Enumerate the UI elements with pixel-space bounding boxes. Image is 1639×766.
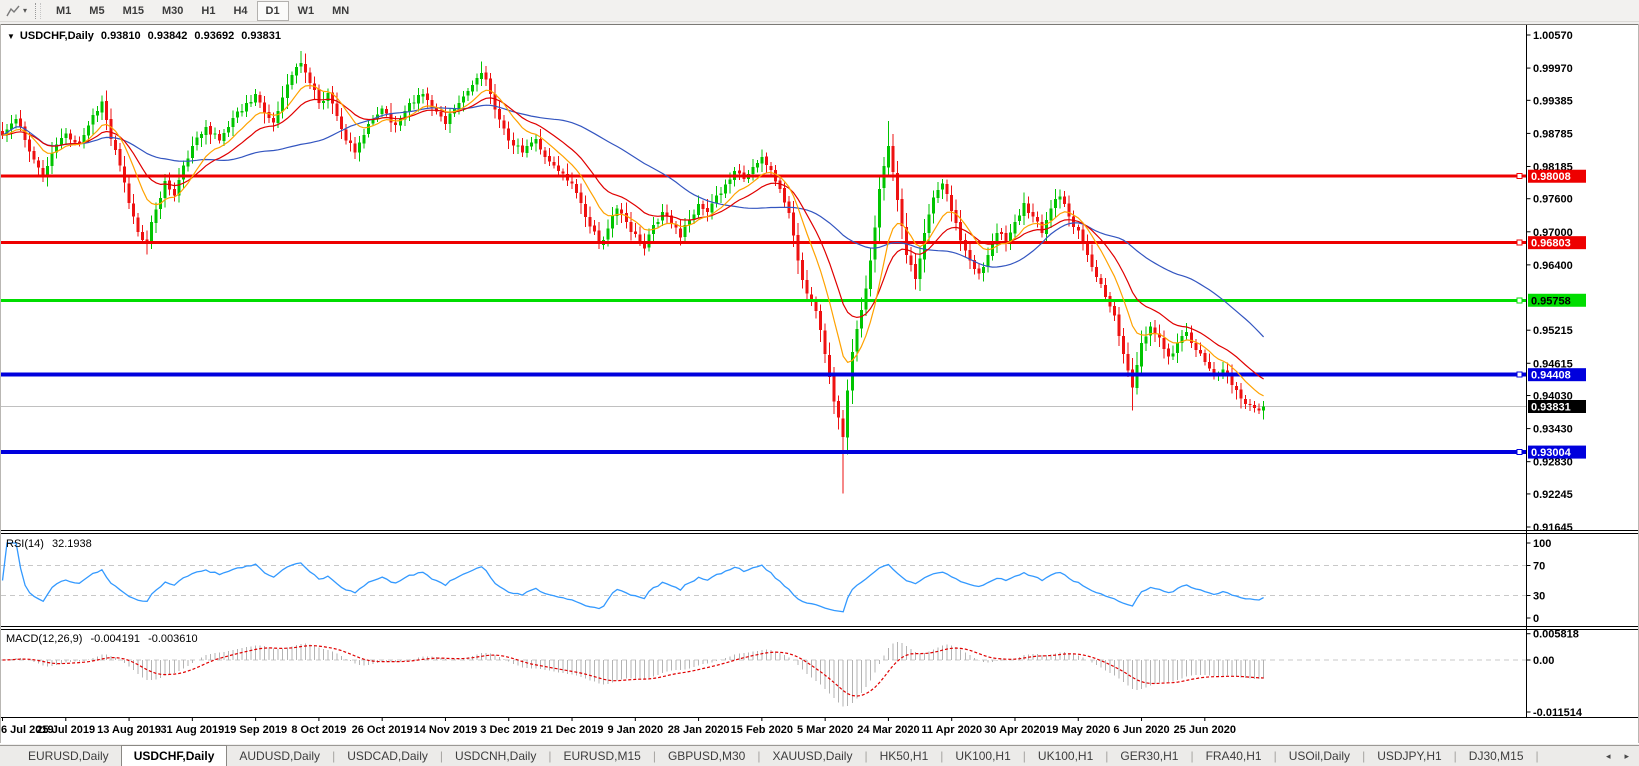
svg-text:31 Aug 2019: 31 Aug 2019 bbox=[160, 724, 224, 736]
rsi-name: RSI(14) bbox=[6, 538, 44, 550]
tab-xauusd-daily[interactable]: XAUUSD,Daily bbox=[760, 746, 864, 766]
timeframe-button-m1[interactable]: M1 bbox=[47, 1, 80, 21]
timeframe-button-m30[interactable]: M30 bbox=[153, 1, 192, 21]
svg-text:0.005818: 0.005818 bbox=[1533, 629, 1579, 641]
timeframe-button-d1[interactable]: D1 bbox=[256, 0, 289, 21]
svg-text:6 Jun 2020: 6 Jun 2020 bbox=[1113, 724, 1169, 736]
toolbar-grip[interactable] bbox=[35, 2, 42, 19]
ohlc-low: 0.93692 bbox=[194, 30, 235, 42]
svg-text:3 Dec 2019: 3 Dec 2019 bbox=[480, 724, 537, 736]
tab-uk100-h1[interactable]: UK100,H1 bbox=[1026, 746, 1105, 766]
tab-usdcnh-daily[interactable]: USDCNH,Daily bbox=[443, 746, 548, 766]
tab-usoil-daily[interactable]: USOil,Daily bbox=[1277, 746, 1362, 766]
macd-name: MACD(12,26,9) bbox=[6, 633, 83, 645]
svg-text:21 Dec 2019: 21 Dec 2019 bbox=[541, 724, 604, 736]
tab-eurusd-m15[interactable]: EURUSD,M15 bbox=[551, 746, 652, 766]
chart-tool-button[interactable]: ▾ bbox=[3, 3, 30, 19]
svg-text:1.00570: 1.00570 bbox=[1533, 30, 1573, 42]
svg-text:0.99385: 0.99385 bbox=[1533, 95, 1573, 107]
svg-text:0.98008: 0.98008 bbox=[1531, 171, 1571, 183]
svg-text:0.94408: 0.94408 bbox=[1531, 370, 1571, 382]
svg-text:0.99970: 0.99970 bbox=[1533, 63, 1573, 75]
ohlc-high: 0.93842 bbox=[147, 30, 188, 42]
tab-scroll-left-icon[interactable]: ◂ bbox=[1606, 751, 1611, 762]
svg-text:0.93004: 0.93004 bbox=[1531, 447, 1572, 459]
symbol-period-label: USDCHF,Daily bbox=[19, 30, 94, 42]
timeframe-button-mn[interactable]: MN bbox=[323, 1, 358, 21]
tab-dj30-m15[interactable]: DJ30,M15 bbox=[1457, 746, 1536, 766]
svg-text:24 Mar 2020: 24 Mar 2020 bbox=[857, 724, 919, 736]
svg-text:5 Mar 2020: 5 Mar 2020 bbox=[797, 724, 853, 736]
tab-usdjpy-h1[interactable]: USDJPY,H1 bbox=[1365, 746, 1453, 766]
svg-text:0.93831: 0.93831 bbox=[1531, 401, 1571, 413]
svg-text:70: 70 bbox=[1533, 561, 1545, 573]
svg-text:14 Nov 2019: 14 Nov 2019 bbox=[414, 724, 478, 736]
svg-text:9 Jan 2020: 9 Jan 2020 bbox=[607, 724, 663, 736]
tab-fra40-h1[interactable]: FRA40,H1 bbox=[1194, 746, 1274, 766]
chart-title: ▼ USDCHF,Daily 0.93810 0.93842 0.93692 0… bbox=[7, 30, 288, 42]
level-handle[interactable] bbox=[1516, 371, 1523, 378]
level-handle[interactable] bbox=[1516, 173, 1523, 180]
svg-text:0.92245: 0.92245 bbox=[1533, 489, 1573, 501]
svg-text:0.95215: 0.95215 bbox=[1533, 325, 1573, 337]
timeframe-button-h1[interactable]: H1 bbox=[192, 1, 224, 21]
macd-signal-value: -0.003610 bbox=[148, 633, 198, 645]
svg-text:0.00: 0.00 bbox=[1533, 655, 1554, 667]
chart-tab-bar: EURUSD,Daily USDCHF,Daily AUDUSD,Daily | USD… bbox=[0, 745, 1639, 766]
collapse-triangle-icon[interactable]: ▼ bbox=[7, 32, 15, 41]
svg-text:0.96400: 0.96400 bbox=[1533, 260, 1573, 272]
chevron-down-icon[interactable]: ▾ bbox=[23, 6, 27, 15]
macd-main-value: -0.004191 bbox=[90, 633, 141, 645]
line-chart-icon bbox=[6, 5, 20, 16]
timeframe-button-m5[interactable]: M5 bbox=[80, 1, 113, 21]
macd-indicator-label: MACD(12,26,9) -0.004191 -0.003610 bbox=[6, 633, 203, 645]
chart-window: 1.005700.999700.993850.987850.981850.976… bbox=[0, 24, 1639, 744]
tab-ger30-h1[interactable]: GER30,H1 bbox=[1108, 746, 1190, 766]
tab-audusd-daily[interactable]: AUDUSD,Daily bbox=[227, 746, 332, 766]
svg-text:8 Oct 2019: 8 Oct 2019 bbox=[291, 724, 346, 736]
level-handle[interactable] bbox=[1516, 297, 1523, 304]
svg-text:25 Jul 2019: 25 Jul 2019 bbox=[36, 724, 95, 736]
svg-text:19 Sep 2019: 19 Sep 2019 bbox=[224, 724, 287, 736]
rsi-value: 32.1938 bbox=[51, 538, 92, 550]
tab-hk50-h1[interactable]: HK50,H1 bbox=[868, 746, 941, 766]
svg-text:0.98785: 0.98785 bbox=[1533, 128, 1573, 140]
tab-gbpusd-m30[interactable]: GBPUSD,M30 bbox=[656, 746, 757, 766]
svg-text:-0.011514: -0.011514 bbox=[1533, 707, 1583, 719]
svg-text:0.91645: 0.91645 bbox=[1533, 522, 1573, 534]
tab-scroll-right-icon[interactable]: ▸ bbox=[1624, 751, 1629, 762]
timeframe-toolbar: ▾ M1 M5 M15 M30 H1 H4 D1 W1 MN bbox=[0, 0, 1639, 22]
tab-uk100-h1[interactable]: UK100,H1 bbox=[943, 746, 1022, 766]
level-handle[interactable] bbox=[1516, 239, 1523, 246]
svg-text:0.97600: 0.97600 bbox=[1533, 194, 1573, 206]
ohlc-open: 0.93810 bbox=[100, 30, 141, 42]
svg-text:13 Aug 2019: 13 Aug 2019 bbox=[97, 724, 161, 736]
level-handle[interactable] bbox=[1516, 449, 1523, 456]
ohlc-close: 0.93831 bbox=[241, 30, 281, 42]
svg-text:11 Apr 2020: 11 Apr 2020 bbox=[921, 724, 982, 736]
timeframe-button-w1[interactable]: W1 bbox=[289, 1, 324, 21]
tab-usdchf-daily[interactable]: USDCHF,Daily bbox=[120, 745, 228, 766]
timeframe-button-h4[interactable]: H4 bbox=[224, 1, 256, 21]
rsi-indicator-label: RSI(14) 32.1938 bbox=[6, 538, 97, 550]
svg-text:0.96803: 0.96803 bbox=[1531, 238, 1571, 250]
svg-text:30: 30 bbox=[1533, 591, 1545, 603]
svg-text:28 Jan 2020: 28 Jan 2020 bbox=[668, 724, 730, 736]
tab-usdcad-daily[interactable]: USDCAD,Daily bbox=[335, 746, 440, 766]
tab-eurusd-daily[interactable]: EURUSD,Daily bbox=[16, 746, 121, 766]
tab-bar-lead-space bbox=[0, 746, 16, 766]
svg-text:0: 0 bbox=[1533, 613, 1539, 625]
svg-text:15 Feb 2020: 15 Feb 2020 bbox=[731, 724, 793, 736]
timeframe-button-m15[interactable]: M15 bbox=[114, 1, 153, 21]
svg-text:25 Jun 2020: 25 Jun 2020 bbox=[1174, 724, 1236, 736]
svg-text:26 Oct 2019: 26 Oct 2019 bbox=[352, 724, 413, 736]
svg-text:0.93430: 0.93430 bbox=[1533, 424, 1573, 436]
svg-text:0.95758: 0.95758 bbox=[1531, 295, 1571, 307]
svg-text:19 May 2020: 19 May 2020 bbox=[1046, 724, 1110, 736]
svg-text:100: 100 bbox=[1533, 538, 1551, 550]
svg-text:30 Apr 2020: 30 Apr 2020 bbox=[984, 724, 1045, 736]
tab-divider: | bbox=[1535, 749, 1539, 763]
